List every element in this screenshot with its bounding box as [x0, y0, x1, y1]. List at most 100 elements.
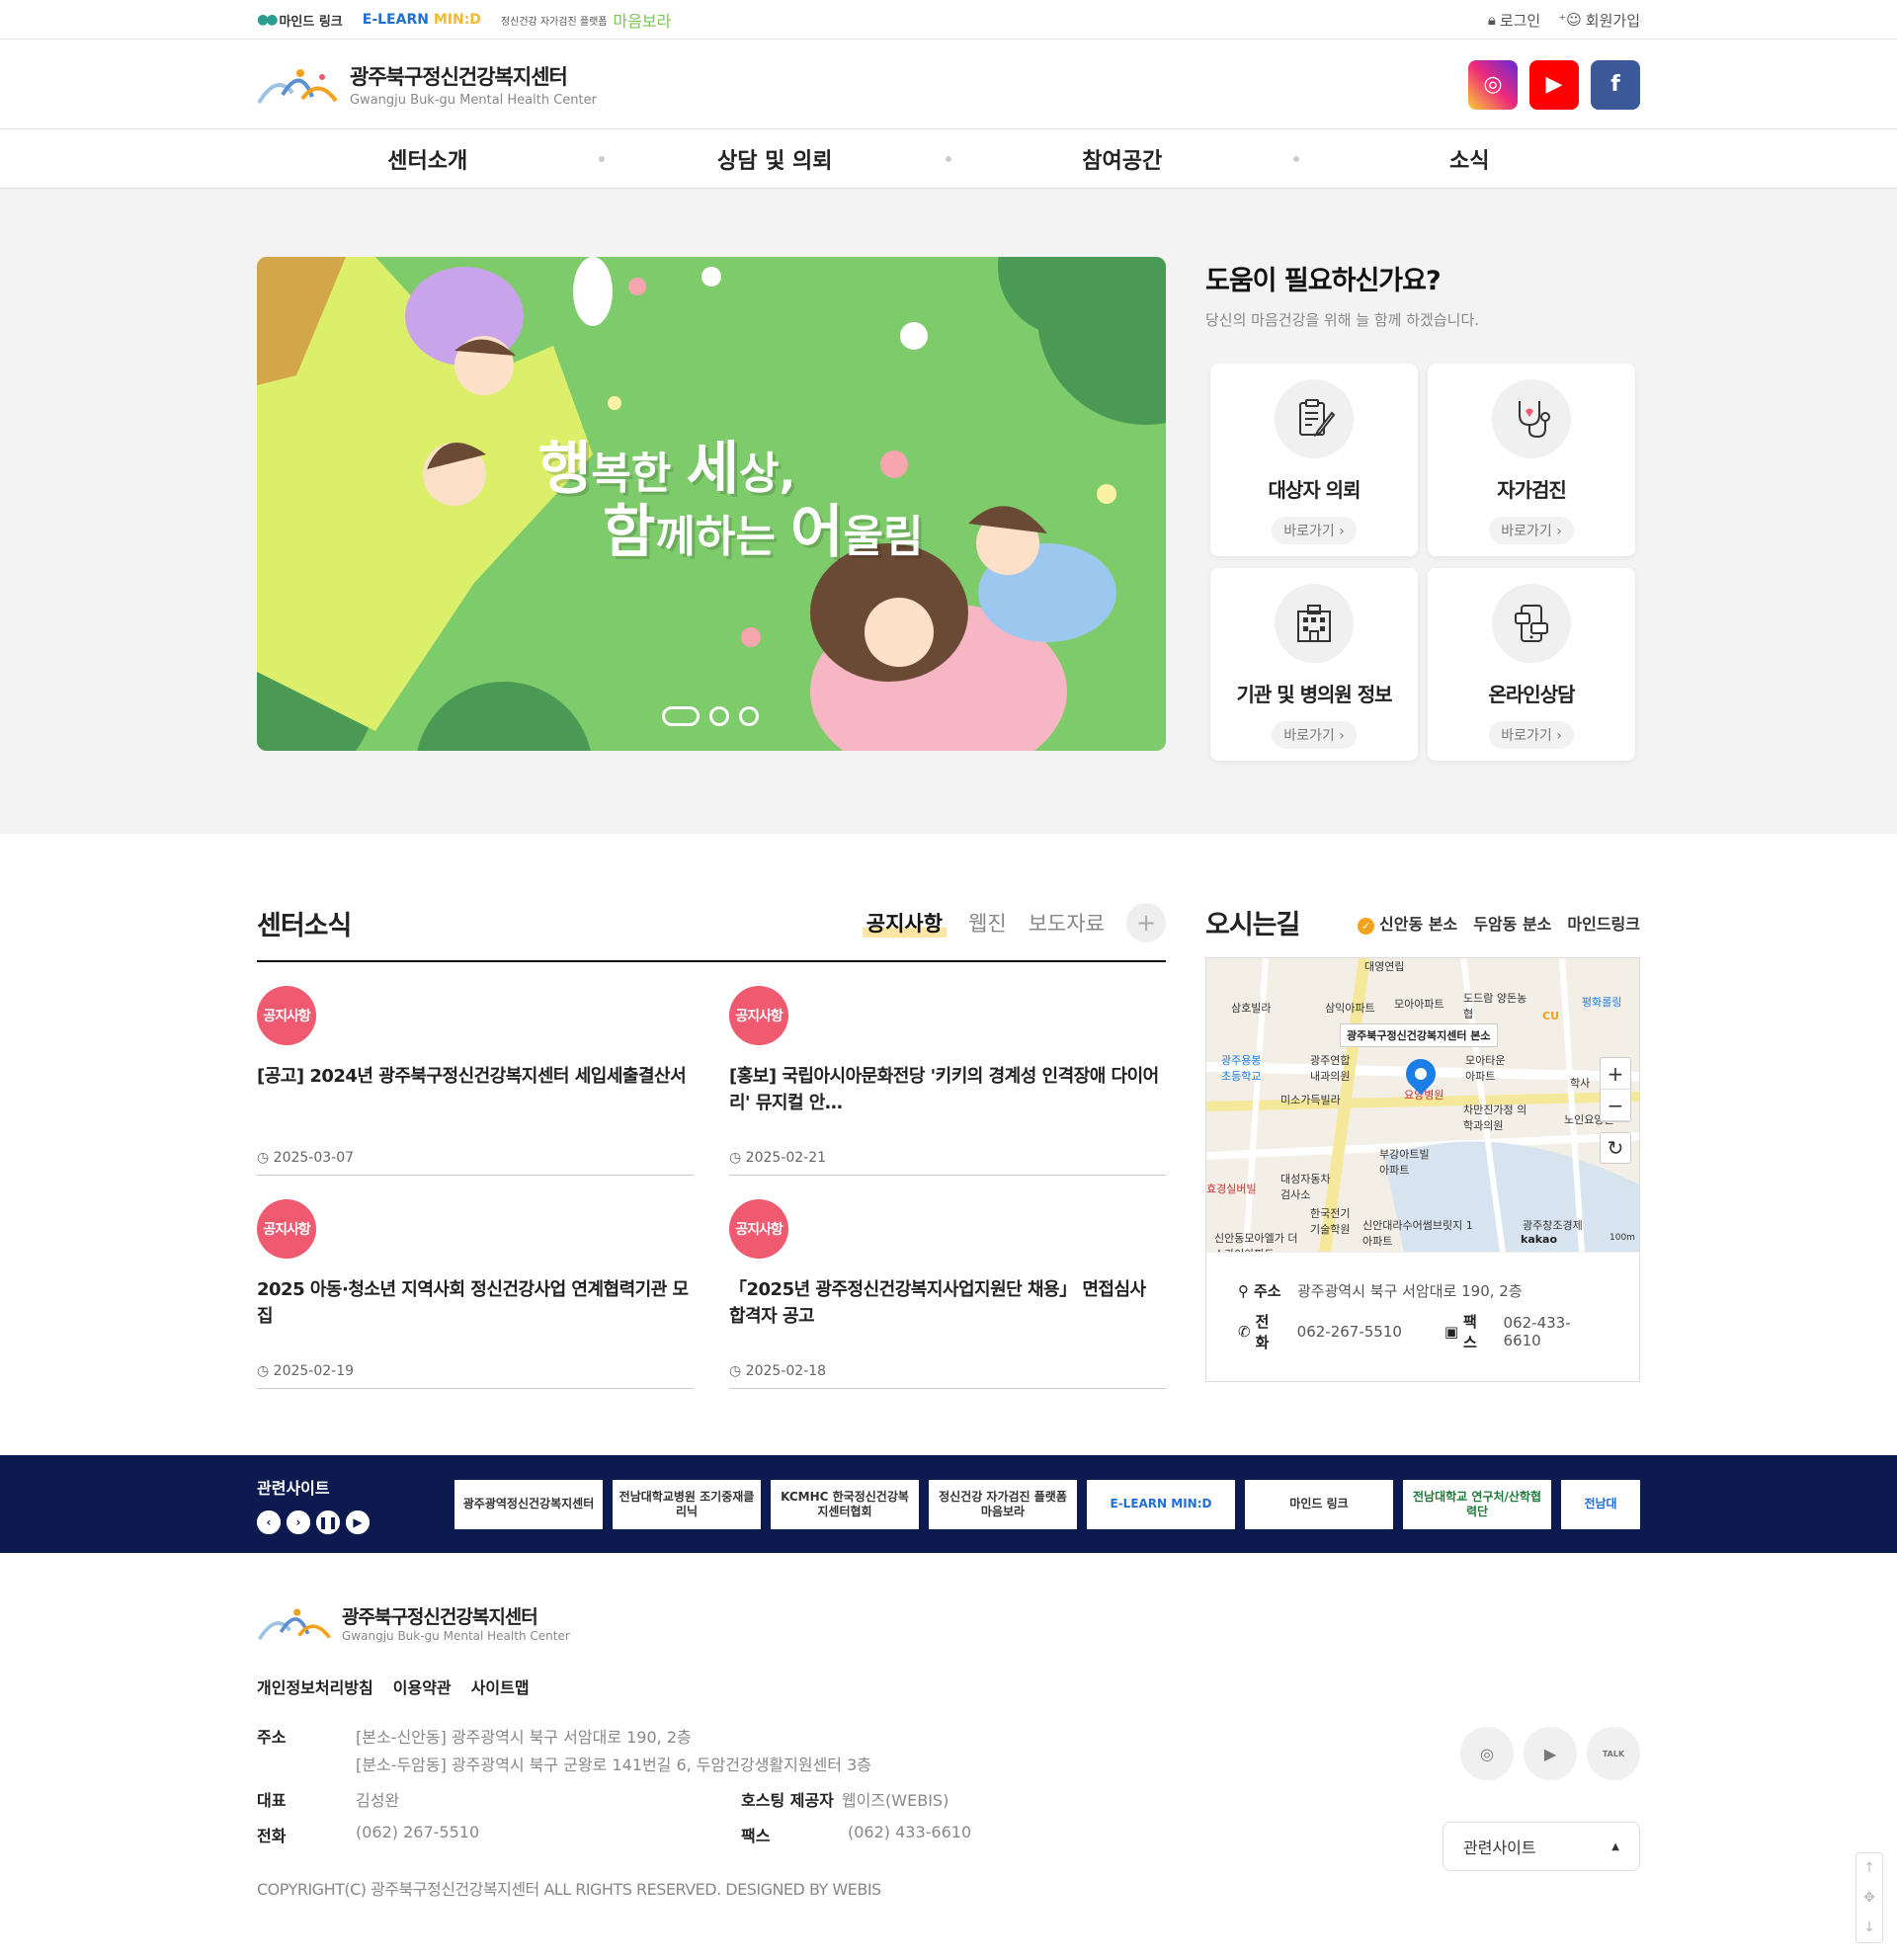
- related-site-link[interactable]: 전남대학교 연구처/산학협력단: [1403, 1479, 1551, 1529]
- notice-badge: 공지사항: [257, 986, 316, 1045]
- banner-dot[interactable]: [739, 706, 759, 726]
- caret-up-icon: ▲: [1611, 1840, 1619, 1852]
- news-item-title[interactable]: [홍보] 국립아시아문화전당 '키키의 경계성 인격장애 다이어리' 뮤지컬 안…: [729, 1063, 1166, 1116]
- scroll-bottom-button[interactable]: ↓: [1863, 1919, 1875, 1935]
- mindlink-link[interactable]: ●● 마인드 링크: [257, 11, 343, 30]
- chevron-right-icon: ›: [1556, 524, 1562, 539]
- map-marker-icon: ⚲: [1238, 1281, 1249, 1300]
- sitemap-link[interactable]: 사이트맵: [471, 1674, 530, 1698]
- sns-links: ◎ ▶ f: [1468, 59, 1640, 110]
- tab-duam-branch[interactable]: 두암동 분소: [1473, 911, 1551, 935]
- related-site-link[interactable]: 광주광역정신건강복지센터: [454, 1479, 603, 1529]
- site-footer: 광주북구정신건강복지센터 Gwangju Buk-gu Mental Healt…: [0, 1553, 1897, 1947]
- more-news-button[interactable]: +: [1126, 903, 1166, 942]
- card-client-referral[interactable]: 대상자 의뢰 바로가기 ›: [1210, 364, 1418, 556]
- footer-youtube-button[interactable]: ▶: [1524, 1727, 1577, 1780]
- banner-dot-active[interactable]: [662, 706, 700, 726]
- minus-icon: −: [1607, 1093, 1624, 1117]
- related-site-link[interactable]: 전남대: [1561, 1479, 1640, 1529]
- go-link[interactable]: 바로가기 ›: [1489, 517, 1574, 544]
- nav-news[interactable]: 소식: [1299, 143, 1641, 175]
- clock-icon: ◷: [257, 1363, 270, 1379]
- notice-badge: 공지사항: [729, 1199, 788, 1259]
- news-item-title[interactable]: 「2025년 광주정신건강복지사업지원단 채용」 면접심사 합격자 공고: [729, 1276, 1166, 1330]
- related-slider-controls: ‹ › ❚❚ ▶: [257, 1510, 454, 1534]
- nav-participation[interactable]: 참여공간: [951, 143, 1293, 175]
- related-site-link[interactable]: KCMHC 한국정신건강복지센터협회: [771, 1479, 919, 1529]
- prev-button[interactable]: ‹: [257, 1510, 281, 1534]
- fax-text: 062-433-6610: [1503, 1314, 1571, 1349]
- nav-center-intro[interactable]: 센터소개: [257, 143, 599, 175]
- next-button[interactable]: ›: [287, 1510, 310, 1534]
- zoom-out-button[interactable]: −: [1601, 1090, 1630, 1121]
- instagram-button[interactable]: ◎: [1468, 59, 1518, 110]
- card-online-counseling[interactable]: 온라인상담 바로가기 ›: [1428, 568, 1635, 761]
- card-institution-info[interactable]: 기관 및 병의원 정보 바로가기 ›: [1210, 568, 1418, 761]
- chevron-left-icon: ‹: [257, 1510, 281, 1534]
- location-tabs: ✓ 신안동 본소 두암동 분소 마인드링크: [1358, 911, 1640, 935]
- related-title: 관련사이트: [257, 1478, 330, 1498]
- footer-instagram-button[interactable]: ◎: [1460, 1727, 1514, 1780]
- related-site-link[interactable]: E-LEARN MIN:D: [1087, 1479, 1235, 1529]
- news-item[interactable]: 공지사항 [홍보] 국립아시아문화전당 '키키의 경계성 인격장애 다이어리' …: [729, 962, 1166, 1176]
- footer-info: 주소 [본소-신안동] 광주광역시 북구 서암대로 190, 2층 [분소-두암…: [257, 1728, 972, 1845]
- facebook-button[interactable]: f: [1591, 59, 1640, 110]
- pause-button[interactable]: ❚❚: [316, 1510, 340, 1534]
- kakaotalk-icon: TALK: [1587, 1727, 1640, 1780]
- go-link[interactable]: 바로가기 ›: [1272, 517, 1357, 544]
- privacy-policy-link[interactable]: 개인정보처리방침: [257, 1674, 373, 1698]
- map-reset-button[interactable]: ↻: [1600, 1132, 1631, 1164]
- tab-sinan-main[interactable]: ✓ 신안동 본소: [1358, 911, 1457, 935]
- refresh-icon: ↻: [1607, 1136, 1624, 1160]
- drag-handle[interactable]: ✥: [1863, 1890, 1875, 1906]
- youtube-button[interactable]: ▶: [1529, 59, 1579, 110]
- tab-notice[interactable]: 공지사항: [862, 908, 948, 938]
- banner-slogan: 행복한 세상, 함께하는 어울림: [538, 435, 924, 565]
- related-site-link[interactable]: 전남대학교병원 조기중재클리닉: [613, 1479, 761, 1529]
- join-link[interactable]: ⁺☺ 회원가입: [1558, 10, 1640, 31]
- news-item-title[interactable]: 2025 아동·청소년 지역사회 정신건강사업 연계협력기관 모집: [257, 1276, 694, 1330]
- news-item[interactable]: 공지사항 2025 아동·청소년 지역사회 정신건강사업 연계협력기관 모집 ◷…: [257, 1176, 694, 1389]
- map-zoom-control: + − ↻: [1600, 1057, 1631, 1164]
- news-item[interactable]: 공지사항 「2025년 광주정신건강복지사업지원단 채용」 면접심사 합격자 공…: [729, 1176, 1166, 1389]
- tab-mindlink[interactable]: 마인드링크: [1567, 911, 1640, 935]
- footer-sns: ◎ ▶ TALK: [1460, 1727, 1640, 1780]
- news-item[interactable]: 공지사항 [공고] 2024년 광주북구정신건강복지센터 세입세출결산서 ◷ 2…: [257, 962, 694, 1176]
- go-link[interactable]: 바로가기 ›: [1272, 721, 1357, 749]
- footer-logo[interactable]: 광주북구정신건강복지센터 Gwangju Buk-gu Mental Healt…: [257, 1602, 1640, 1643]
- elearn-link[interactable]: E-LEARN MIN:D: [363, 12, 481, 28]
- footer-kakaotalk-button[interactable]: TALK: [1587, 1727, 1640, 1780]
- maumbora-link[interactable]: 정신건강 자가검진 플랫폼 마음보라: [501, 8, 671, 32]
- help-subtitle: 당신의 마음건강을 위해 늘 함께 하겠습니다.: [1205, 311, 1480, 329]
- zoom-in-button[interactable]: +: [1601, 1058, 1630, 1090]
- hero-section: 행복한 세상, 함께하는 어울림 도움이 필요하신가요? 당신의 마음건강을 위…: [0, 189, 1897, 834]
- login-link[interactable]: 🔒︎ 로그인: [1488, 10, 1540, 31]
- notice-badge: 공지사항: [729, 986, 788, 1045]
- related-site-link[interactable]: 정신건강 자가검진 플랫폼 마음보라: [929, 1479, 1077, 1529]
- tab-webzine[interactable]: 웹진: [968, 908, 1007, 938]
- related-sites-bar: 관련사이트 ‹ › ❚❚ ▶ 광주광역정신건강복지센터 전남대학교병원 조기중재…: [0, 1455, 1897, 1553]
- play-button[interactable]: ▶: [346, 1510, 370, 1534]
- card-self-check[interactable]: 자가검진 바로가기 ›: [1428, 364, 1635, 556]
- kakao-map[interactable]: 대영연립 삼익아파트 모아아파트 도드람 양돈농협 평화롤링 삼호빌라 광주용봉…: [1206, 958, 1639, 1253]
- go-link[interactable]: 바로가기 ›: [1489, 721, 1574, 749]
- site-logo[interactable]: 광주북구정신건강복지센터 Gwangju Buk-gu Mental Healt…: [257, 61, 597, 108]
- tab-press[interactable]: 보도자료: [1029, 908, 1105, 938]
- youtube-icon: ▶: [1545, 72, 1563, 97]
- terms-link[interactable]: 이용약관: [393, 1674, 452, 1698]
- news-tabs: 공지사항 웹진 보도자료 +: [862, 903, 1166, 942]
- main-banner[interactable]: 행복한 세상, 함께하는 어울림: [257, 257, 1166, 751]
- related-site-select[interactable]: 관련사이트 ▲: [1443, 1822, 1640, 1871]
- nav-counseling[interactable]: 상담 및 의뢰: [605, 143, 947, 175]
- site-header: 광주북구정신건강복지센터 Gwangju Buk-gu Mental Healt…: [0, 40, 1897, 129]
- arrow-down-icon: ↓: [1863, 1919, 1875, 1935]
- chevron-right-icon: ›: [1556, 728, 1562, 744]
- banner-dot[interactable]: [709, 706, 729, 726]
- help-panel: 도움이 필요하신가요? 당신의 마음건강을 위해 늘 함께 하겠습니다. 대상자…: [1205, 257, 1640, 761]
- logo-mark-icon: [257, 68, 338, 104]
- related-site-link[interactable]: 마인드 링크: [1245, 1479, 1393, 1529]
- pause-icon: ❚❚: [316, 1510, 340, 1534]
- scroll-top-button[interactable]: ↑: [1863, 1860, 1875, 1876]
- clipboard-pen-icon: [1275, 379, 1354, 458]
- news-item-title[interactable]: [공고] 2024년 광주북구정신건강복지센터 세입세출결산서: [257, 1063, 694, 1116]
